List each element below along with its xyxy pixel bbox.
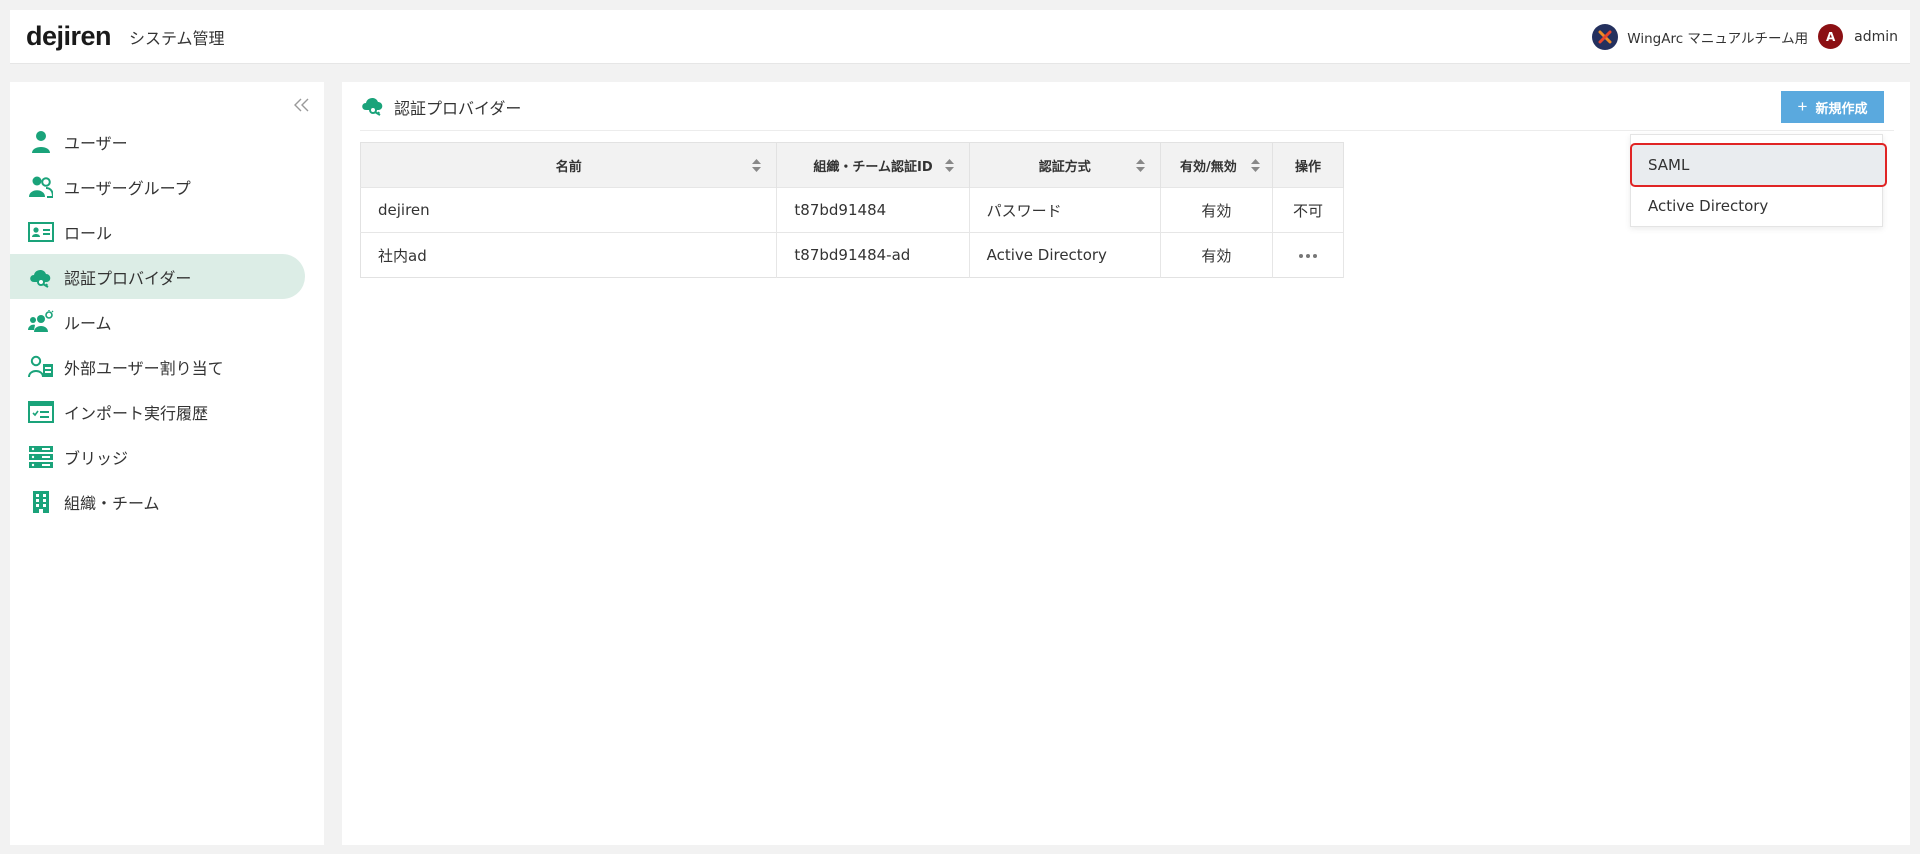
- sidebar-item-label: ユーザー: [64, 133, 128, 153]
- sidebar-item-org-team[interactable]: 組織・チーム: [10, 479, 305, 524]
- sidebar-nav: ユーザー ユーザーグループ ロール 認証プロバイダー ルーム 外部ユーザー割り当…: [10, 119, 324, 524]
- sort-icon[interactable]: [944, 159, 954, 172]
- table-row[interactable]: 社内ad t87bd91484-ad Active Directory 有効: [360, 232, 1345, 278]
- cell-status: 有効: [1160, 232, 1273, 278]
- column-header-action: 操作: [1272, 142, 1345, 188]
- new-create-label: 新規作成: [1815, 100, 1868, 116]
- column-header-label: 組織・チーム認証ID: [813, 159, 933, 175]
- auth-provider-table: 名前 組織・チーム認証ID 認証方式 有効/無効 操作 dejiren t87b…: [360, 142, 1345, 278]
- sidebar-item-role[interactable]: ロール: [10, 209, 305, 254]
- cloud-key-icon: [28, 264, 54, 290]
- sidebar-item-user-group[interactable]: ユーザーグループ: [10, 164, 305, 209]
- sort-icon[interactable]: [1135, 159, 1145, 172]
- cell-method: Active Directory: [969, 232, 1161, 278]
- new-create-button[interactable]: + 新規作成: [1781, 91, 1884, 123]
- app-title: システム管理: [129, 28, 225, 48]
- cloud-key-icon: [360, 94, 386, 120]
- bridge-server-icon: [28, 444, 54, 470]
- sidebar-item-label: 外部ユーザー割り当て: [64, 358, 224, 378]
- plus-icon: +: [1797, 97, 1808, 116]
- new-create-dropdown: SAML Active Directory: [1630, 134, 1887, 227]
- page-title: 認証プロバイダー: [394, 99, 522, 118]
- role-card-icon: [28, 219, 54, 245]
- column-header-method[interactable]: 認証方式: [969, 142, 1161, 188]
- column-header-name[interactable]: 名前: [360, 142, 778, 188]
- sidebar-item-bridge[interactable]: ブリッジ: [10, 434, 305, 479]
- user-icon: [28, 129, 54, 155]
- room-icon: [28, 309, 54, 335]
- collapse-sidebar-button[interactable]: [291, 95, 313, 115]
- cell-name: 社内ad: [360, 232, 778, 278]
- column-header-label: 認証方式: [1038, 159, 1091, 175]
- dropdown-item-active-directory[interactable]: Active Directory: [1631, 187, 1882, 225]
- cell-auth-id: t87bd91484-ad: [776, 232, 970, 278]
- column-header-status[interactable]: 有効/無効: [1160, 142, 1273, 188]
- cell-method: パスワード: [969, 187, 1161, 233]
- sidebar-item-label: ブリッジ: [64, 448, 129, 468]
- sort-icon[interactable]: [1250, 159, 1260, 172]
- sidebar-item-label: ロール: [64, 223, 113, 243]
- column-header-label: 名前: [555, 159, 582, 175]
- sidebar-item-external-user[interactable]: 外部ユーザー割り当て: [10, 344, 305, 389]
- avatar[interactable]: A: [1818, 24, 1844, 49]
- column-header-auth-id[interactable]: 組織・チーム認証ID: [776, 142, 970, 188]
- column-header-label: 操作: [1294, 159, 1321, 175]
- dejiren-logo[interactable]: dejiren: [26, 21, 112, 52]
- table-header-row: 名前 組織・チーム認証ID 認証方式 有効/無効 操作: [360, 142, 1345, 188]
- user-group-icon: [28, 174, 54, 200]
- user-name[interactable]: admin: [1854, 29, 1898, 45]
- table-row[interactable]: dejiren t87bd91484 パスワード 有効 不可: [360, 187, 1345, 233]
- org-icon[interactable]: [1592, 23, 1619, 50]
- cell-status: 有効: [1160, 187, 1273, 233]
- cell-action: 不可: [1272, 187, 1345, 233]
- import-history-icon: [28, 399, 54, 425]
- sidebar-item-auth-provider[interactable]: 認証プロバイダー: [10, 254, 305, 299]
- sort-icon[interactable]: [752, 159, 762, 172]
- org-name[interactable]: WingArc マニュアルチーム用: [1627, 27, 1808, 47]
- title-divider: [360, 130, 1894, 131]
- sidebar-item-label: インポート実行履歴: [64, 403, 209, 423]
- double-chevron-left-icon: [294, 98, 309, 112]
- sidebar-item-import-history[interactable]: インポート実行履歴: [10, 389, 305, 434]
- top-header: dejiren システム管理 WingArc マニュアルチーム用 A admin: [10, 10, 1910, 64]
- dropdown-item-saml[interactable]: SAML: [1630, 143, 1887, 187]
- sidebar-item-label: ユーザーグループ: [64, 178, 191, 198]
- sidebar-item-users[interactable]: ユーザー: [10, 119, 305, 164]
- sidebar-item-label: 組織・チーム: [64, 493, 160, 513]
- sidebar-item-label: ルーム: [64, 313, 112, 333]
- cell-auth-id: t87bd91484: [776, 187, 970, 233]
- header-user-area: WingArc マニュアルチーム用 A admin: [1592, 23, 1898, 50]
- more-options-icon[interactable]: [1298, 253, 1317, 258]
- building-icon: [28, 489, 54, 515]
- column-header-label: 有効/無効: [1179, 159, 1237, 175]
- page-header: 認証プロバイダー: [360, 94, 521, 120]
- external-user-icon: [28, 354, 54, 380]
- sidebar-item-label: 認証プロバイダー: [64, 268, 192, 288]
- sidebar-item-room[interactable]: ルーム: [10, 299, 305, 344]
- sidebar: ユーザー ユーザーグループ ロール 認証プロバイダー ルーム 外部ユーザー割り当…: [10, 82, 324, 845]
- cell-action[interactable]: [1272, 232, 1345, 278]
- cell-name: dejiren: [360, 187, 778, 233]
